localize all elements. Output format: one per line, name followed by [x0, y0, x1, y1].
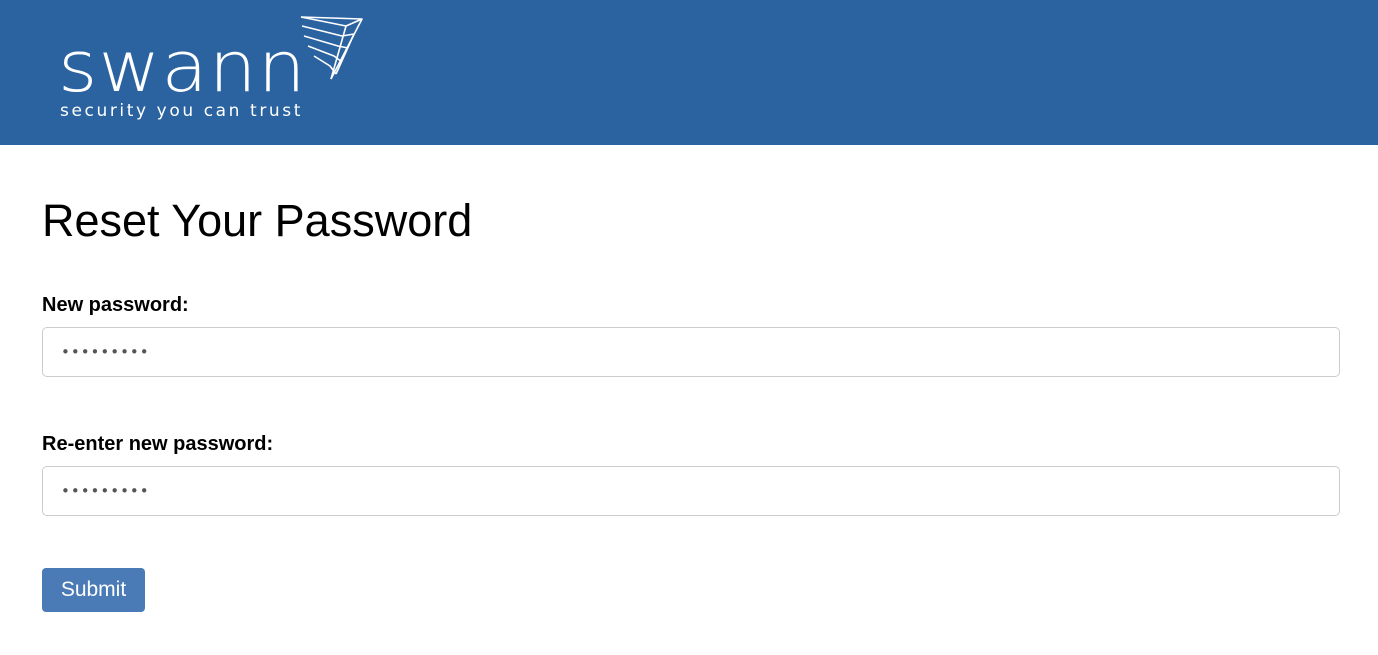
site-header: swann security you can trust — [0, 0, 1378, 145]
page-title: Reset Your Password — [42, 195, 473, 246]
swann-wing-logo-icon — [300, 16, 363, 80]
new-password-field[interactable] — [42, 327, 1340, 377]
swann-logo[interactable]: swann security you can trust — [58, 14, 378, 126]
submit-button[interactable]: Submit — [42, 568, 145, 612]
new-password-label: New password: — [42, 294, 189, 316]
logo-tagline: security you can trust — [60, 101, 304, 121]
logo-wordmark: swann — [58, 26, 307, 108]
confirm-password-field[interactable] — [42, 466, 1340, 516]
confirm-password-label: Re-enter new password: — [42, 433, 274, 455]
